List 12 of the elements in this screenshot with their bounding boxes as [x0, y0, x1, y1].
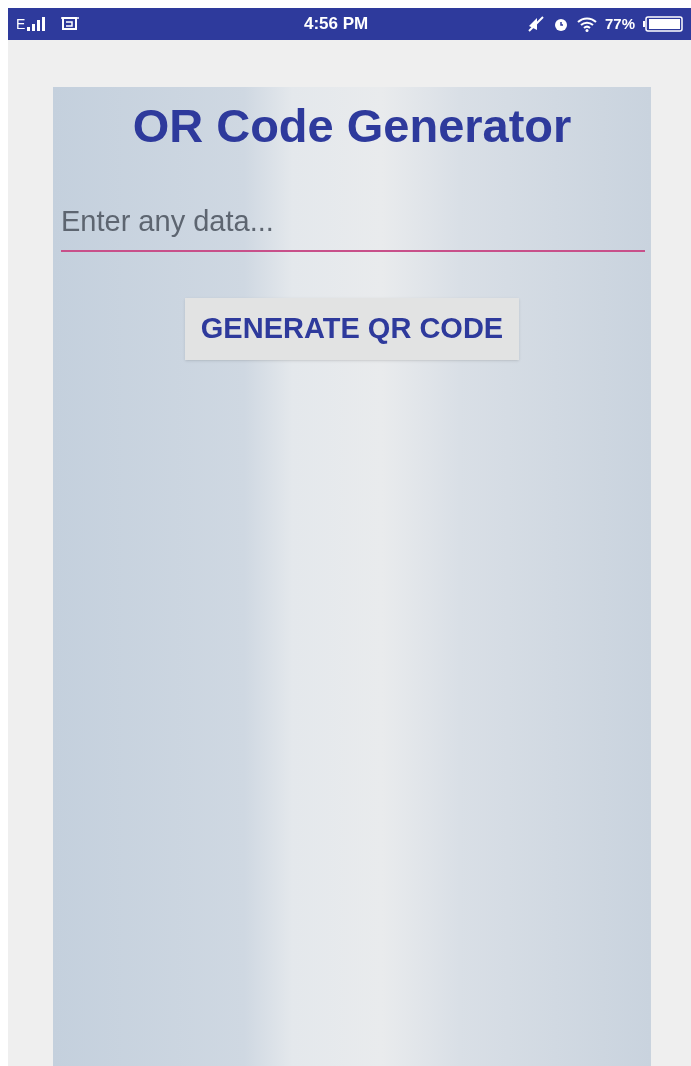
alarm-clock-icon: [552, 16, 569, 32]
signal-icon: [27, 17, 48, 31]
data-input-field[interactable]: Enter any data...: [61, 200, 645, 252]
battery-icon: [643, 16, 683, 32]
app-title: OR Code Generator: [132, 98, 572, 154]
wifi-icon: [576, 16, 597, 32]
screenshot-icon: [61, 16, 80, 32]
generate-qr-code-button[interactable]: GENERATE QR CODE: [184, 297, 520, 360]
clock-time: 4:56 PM: [304, 13, 369, 36]
mute-icon: [526, 16, 545, 32]
battery-percent: 77%: [604, 13, 635, 34]
network-type: E: [16, 14, 26, 34]
